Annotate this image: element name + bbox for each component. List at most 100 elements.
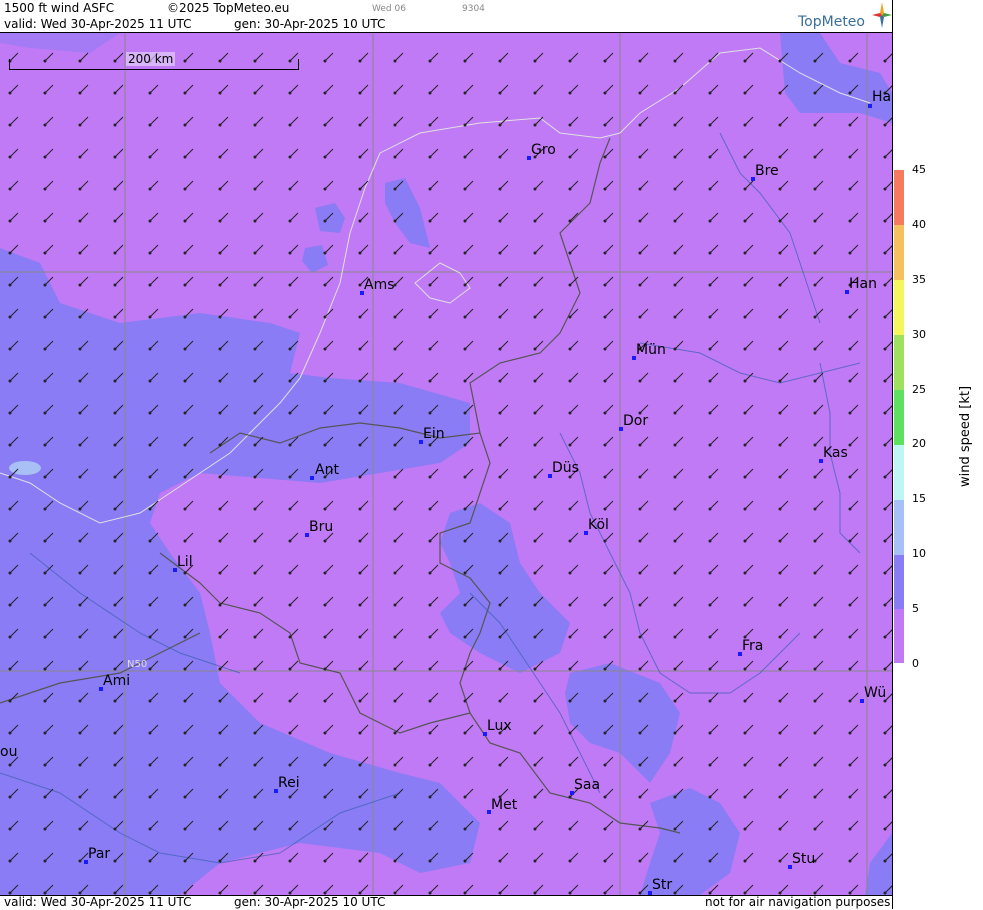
city-label[interactable]: Met: [491, 797, 517, 813]
wind-arrow-head: [43, 795, 47, 799]
wind-arrow-head: [533, 315, 537, 319]
wind-arrow-head: [428, 795, 432, 799]
city-label[interactable]: Gro: [531, 142, 556, 158]
wind-arrow: [779, 628, 789, 638]
wind-arrow-head: [288, 571, 292, 575]
wind-arrow-head: [638, 795, 642, 799]
city-label[interactable]: Wü: [864, 685, 886, 701]
wind-arrow: [429, 468, 439, 478]
city-label[interactable]: Stu: [792, 851, 815, 867]
wind-arrow: [464, 148, 474, 158]
wind-arrow: [254, 308, 264, 318]
wind-arrow-head: [183, 795, 187, 799]
city-label[interactable]: Ha: [872, 89, 891, 105]
wind-arrow: [779, 852, 789, 862]
wind-arrow-head: [323, 315, 327, 319]
city-label[interactable]: Han: [849, 276, 877, 292]
city-label[interactable]: Kas: [823, 445, 848, 461]
wind-arrow: [499, 884, 509, 894]
wind-arrow-head: [8, 283, 12, 287]
wind-arrow-head: [183, 443, 187, 447]
wind-arrow: [534, 724, 544, 734]
wind-arrow: [44, 180, 54, 190]
wind-arrow-head: [603, 603, 607, 607]
wind-arrow-head: [498, 59, 502, 63]
wind-arrow-head: [568, 699, 572, 703]
city-label[interactable]: Ant: [315, 462, 339, 478]
wind-arrow: [744, 212, 754, 222]
wind-arrow: [884, 565, 892, 574]
wind-arrow-head: [498, 443, 502, 447]
wind-arrow-head: [8, 699, 12, 703]
wind-arrow-head: [603, 731, 607, 735]
wind-arrow: [394, 532, 404, 542]
wind-arrow-head: [288, 635, 292, 639]
wind-arrow: [604, 404, 614, 414]
wind-arrow-head: [323, 795, 327, 799]
city-label[interactable]: Rei: [278, 775, 300, 791]
city-label[interactable]: ou: [0, 744, 17, 760]
city-label[interactable]: Fra: [742, 638, 763, 654]
wind-arrow-head: [743, 795, 747, 799]
wind-arrow-head: [463, 667, 467, 671]
wind-arrow-head: [428, 571, 432, 575]
wind-arrow: [744, 628, 754, 638]
wind-arrow-head: [463, 187, 467, 191]
wind-arrow-head: [743, 507, 747, 511]
topmeteo-logo[interactable]: TopMeteo: [798, 2, 892, 32]
wind-arrow-head: [218, 379, 222, 383]
wind-arrow: [534, 372, 544, 382]
wind-arrow: [289, 500, 299, 510]
wind-arrow-head: [533, 667, 537, 671]
wind-map[interactable]: 200 km N50 Ha Gro Bre Ams Han Mün Ein Do…: [0, 33, 892, 895]
wind-arrow-head: [43, 347, 47, 351]
city-label[interactable]: Ami: [103, 673, 130, 689]
wind-arrow: [394, 756, 404, 766]
city-label[interactable]: Lil: [177, 554, 193, 570]
wind-arrow-head: [638, 667, 642, 671]
city-label[interactable]: Par: [88, 846, 110, 862]
wind-arrow-head: [358, 379, 362, 383]
city-label[interactable]: Str: [652, 877, 672, 893]
wind-arrow: [254, 500, 264, 510]
wind-arrow: [324, 244, 334, 254]
wind-arrow-head: [848, 763, 852, 767]
city-label[interactable]: Düs: [552, 460, 579, 476]
wind-arrow: [639, 308, 649, 318]
wind-arrow: [219, 116, 229, 126]
wind-arrow: [604, 52, 614, 62]
wind-arrow: [814, 244, 824, 254]
wind-arrow-head: [813, 155, 817, 159]
wind-arrow-head: [638, 283, 642, 287]
wind-arrow-head: [78, 315, 82, 319]
wind-arrow: [674, 212, 684, 222]
wind-arrow-head: [183, 347, 187, 351]
city-label[interactable]: Lux: [487, 718, 512, 734]
city-label[interactable]: Dor: [623, 413, 648, 429]
wind-arrow: [9, 212, 19, 222]
city-label[interactable]: Mün: [636, 342, 666, 358]
wind-arrow-head: [8, 827, 12, 831]
wind-arrow-head: [358, 603, 362, 607]
wind-arrow-head: [218, 187, 222, 191]
wind-arrow-head: [813, 571, 817, 575]
city-label[interactable]: Bru: [309, 519, 333, 535]
wind-arrow: [849, 788, 859, 798]
city-label[interactable]: Saa: [574, 777, 600, 793]
wind-arrow: [289, 596, 299, 606]
wind-arrow-head: [393, 251, 397, 255]
city-label[interactable]: Ams: [364, 277, 395, 293]
wind-arrow: [674, 116, 684, 126]
city-label[interactable]: Köl: [588, 517, 609, 533]
city-label[interactable]: Ein: [423, 426, 445, 442]
wind-arrow-head: [253, 251, 257, 255]
wind-arrow-head: [673, 59, 677, 63]
wind-arrow: [779, 276, 789, 286]
wind-arrow: [639, 212, 649, 222]
wind-arrow: [254, 884, 264, 894]
city-label[interactable]: Bre: [755, 163, 779, 179]
wind-arrow-head: [148, 699, 152, 703]
wind-arrow-head: [428, 315, 432, 319]
wind-arrow-head: [253, 187, 257, 191]
wind-arrow-head: [673, 635, 677, 639]
